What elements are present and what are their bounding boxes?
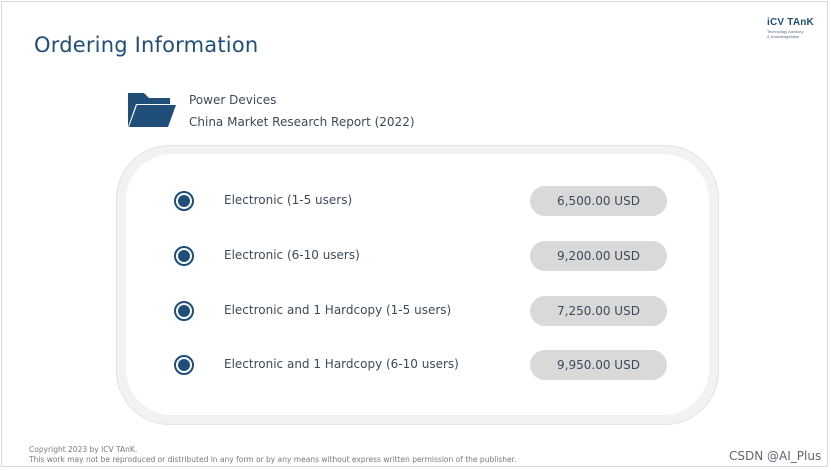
footer: Copyright 2023 by ICV TAnK. This work ma…	[29, 445, 516, 465]
option-label: Electronic (1-5 users)	[224, 193, 353, 207]
logo-tagline-line2: & Knowledgebase	[767, 34, 800, 39]
radio-button[interactable]	[174, 246, 194, 266]
rights-notice: This work may not be reproduced or distr…	[29, 455, 517, 464]
brand-logo: iCV TAnK Technology Advisory & Knowledge…	[767, 17, 823, 47]
product-info: Power Devices China Market Research Repo…	[189, 89, 415, 133]
radio-button[interactable]	[174, 301, 194, 321]
page-title: Ordering Information	[34, 33, 259, 57]
logo-tagline: Technology Advisory & Knowledgebase	[767, 29, 803, 39]
radio-dot	[178, 359, 190, 371]
price-badge: 7,250.00 USD	[530, 296, 667, 326]
option-label: Electronic and 1 Hardcopy (1-5 users)	[224, 303, 452, 317]
radio-button[interactable]	[174, 355, 194, 375]
radio-dot	[178, 305, 190, 317]
slide: Ordering Information iCV TAnK Technology…	[1, 1, 828, 467]
logo-brand: iCV TAnK	[767, 17, 814, 28]
folder-icon	[128, 93, 176, 127]
price-badge: 6,500.00 USD	[530, 186, 667, 216]
option-label: Electronic (6-10 users)	[224, 248, 360, 262]
radio-dot	[178, 250, 190, 262]
price-badge: 9,200.00 USD	[530, 241, 667, 271]
product-report-title: China Market Research Report (2022)	[189, 115, 415, 129]
copyright-text: Copyright 2023 by ICV TAnK.	[29, 445, 138, 454]
option-row[interactable]: Electronic (6-10 users) 9,200.00 USD	[2, 241, 831, 271]
watermark: CSDN @AI_Plus	[729, 449, 822, 463]
option-row[interactable]: Electronic and 1 Hardcopy (1-5 users) 7,…	[2, 296, 831, 326]
radio-dot	[178, 195, 190, 207]
price-badge: 9,950.00 USD	[530, 350, 667, 380]
option-label: Electronic and 1 Hardcopy (6-10 users)	[224, 357, 459, 371]
product-category: Power Devices	[189, 93, 277, 107]
option-row[interactable]: Electronic and 1 Hardcopy (6-10 users) 9…	[2, 350, 831, 380]
radio-button[interactable]	[174, 191, 194, 211]
option-row[interactable]: Electronic (1-5 users) 6,500.00 USD	[2, 186, 831, 216]
